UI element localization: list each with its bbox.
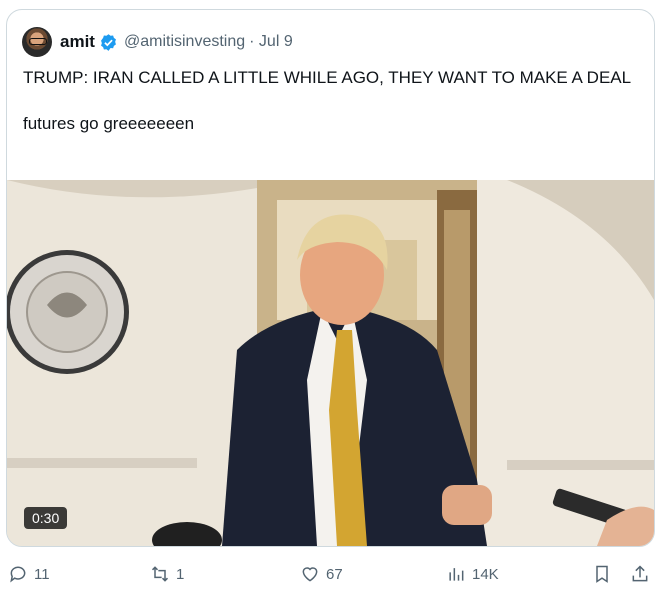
- bookmark-icon: [596, 565, 608, 583]
- tweet-header: amit @amitisinvesting · Jul 9: [22, 26, 293, 58]
- author-name[interactable]: amit: [60, 32, 95, 52]
- video-frame: [7, 180, 654, 546]
- share-icon: [632, 565, 648, 582]
- reply-count: 11: [34, 565, 50, 583]
- views-count: 14K: [472, 565, 499, 583]
- like-button[interactable]: 67: [300, 560, 343, 588]
- share-button[interactable]: [630, 560, 656, 588]
- repost-icon: [151, 566, 169, 582]
- repost-button[interactable]: 1: [150, 560, 184, 588]
- post-date[interactable]: · Jul 9: [249, 33, 293, 51]
- tweet-text: TRUMP: IRAN CALLED A LITTLE WHILE AGO, T…: [23, 68, 632, 133]
- tweet-card[interactable]: amit @amitisinvesting · Jul 9 TRUMP: IRA…: [6, 9, 655, 547]
- author-avatar[interactable]: [22, 27, 52, 57]
- verified-badge-icon: [101, 33, 116, 51]
- heart-icon: [302, 567, 318, 582]
- like-count: 67: [326, 565, 343, 583]
- reply-icon: [10, 566, 26, 583]
- tweet-actions-bar: 11 1 67 14K: [0, 560, 661, 588]
- video-player[interactable]: 0:30: [7, 180, 654, 546]
- author-handle[interactable]: @amitisinvesting: [124, 33, 245, 51]
- views-chart-icon: [449, 568, 464, 581]
- bookmark-button[interactable]: [592, 560, 618, 588]
- reply-button[interactable]: 11: [8, 560, 50, 588]
- video-duration-badge: 0:30: [24, 507, 68, 529]
- repost-count: 1: [176, 565, 185, 583]
- views-button[interactable]: 14K: [446, 560, 499, 588]
